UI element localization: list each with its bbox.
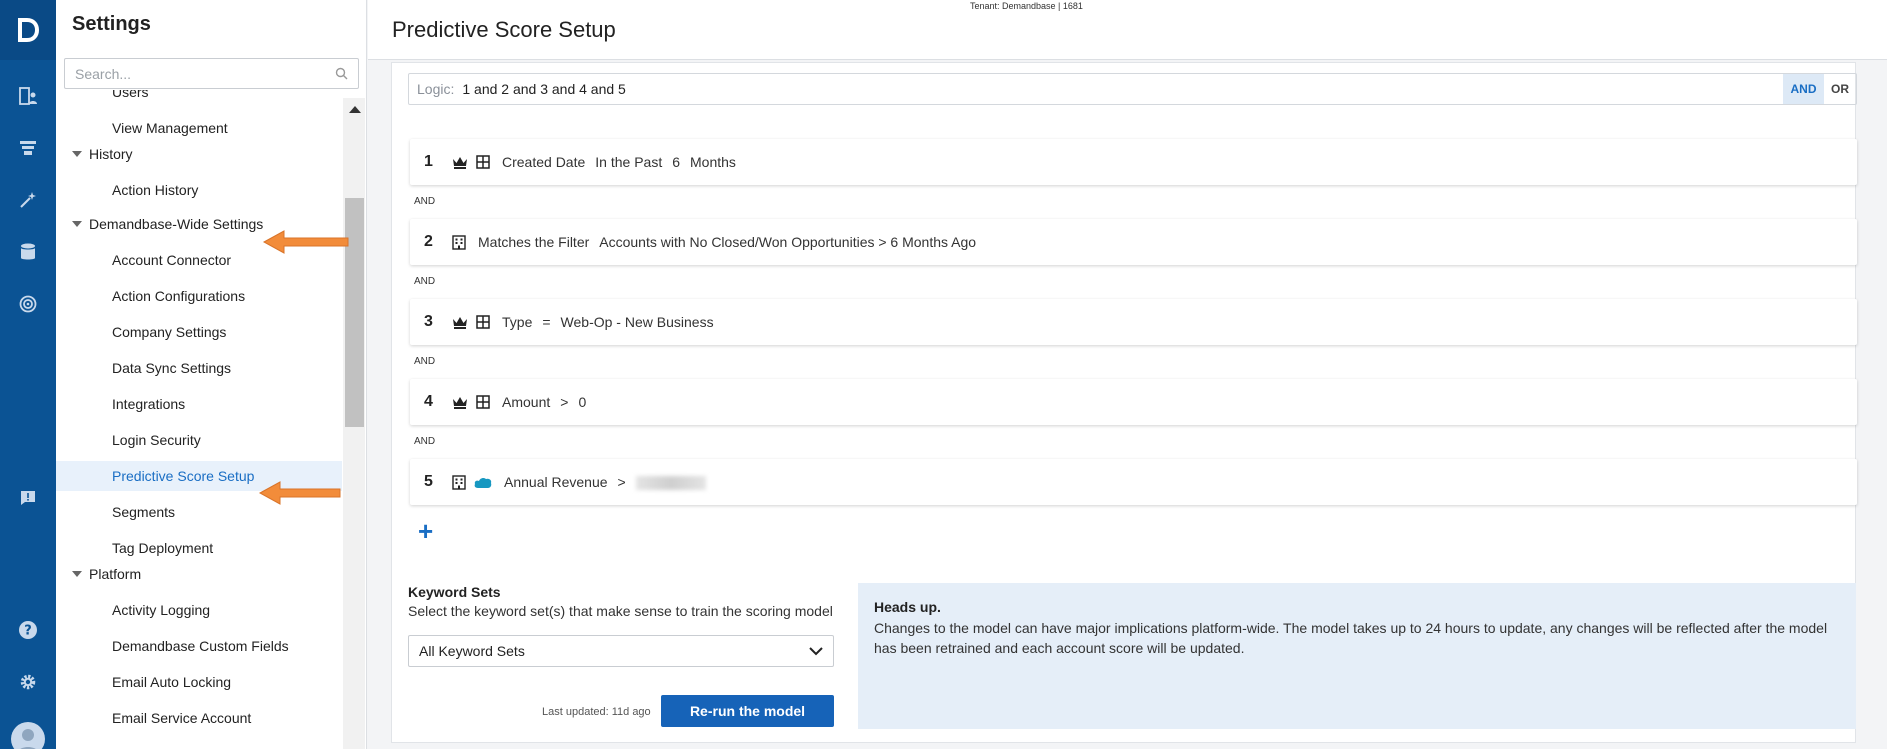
heads-up-title: Heads up. (874, 599, 941, 615)
nav-item-data-sync-settings[interactable]: Data Sync Settings (56, 353, 342, 383)
rule-row[interactable]: 4 Amount >0 (410, 379, 1857, 425)
last-updated-text: Last updated: 11d ago (542, 706, 651, 718)
logic-label: Logic: (417, 81, 455, 97)
chevron-down-icon (809, 646, 823, 655)
add-rule-button[interactable]: + (418, 518, 433, 544)
and-connector: AND (414, 276, 436, 287)
nav-item-activity-logging[interactable]: Activity Logging (56, 595, 342, 625)
nav-item-integrations[interactable]: Integrations (56, 389, 342, 419)
feedback-icon[interactable] (16, 486, 40, 510)
logo[interactable] (0, 0, 56, 60)
rule-text: Matches the Filter Accounts with No Close… (478, 234, 977, 250)
rule-row[interactable]: 2 Matches the Filter Accounts with No Clo… (410, 219, 1857, 265)
grid-icon (476, 395, 490, 409)
keyword-sets-dropdown[interactable]: All Keyword Sets (408, 635, 834, 667)
search-input[interactable] (75, 65, 335, 82)
crown-icon (452, 155, 468, 169)
building-icon (452, 474, 466, 490)
rerun-model-button[interactable]: Re-run the model (661, 695, 834, 727)
tenant-label: Tenant: Demandbase | 1681 (970, 1, 1083, 11)
rule-text: Annual Revenue > (504, 474, 716, 491)
accounts-icon[interactable] (16, 84, 40, 108)
heads-up-body: Changes to the model can have major impl… (874, 620, 1828, 656)
nav-item-demandbase-custom-fields[interactable]: Demandbase Custom Fields (56, 631, 342, 661)
nav-group-history[interactable]: History (56, 139, 342, 169)
rule-number: 5 (424, 473, 433, 490)
scroll-up-icon[interactable] (349, 106, 361, 113)
settings-title: Settings (72, 13, 151, 35)
svg-text:?: ? (24, 624, 32, 639)
nav-group-platform[interactable]: Platform (56, 559, 342, 589)
caret-down-icon (72, 571, 82, 577)
left-rail: ? (0, 0, 56, 749)
rule-number: 3 (424, 313, 433, 330)
settings-search[interactable] (64, 58, 359, 89)
annotation-arrow (258, 481, 341, 505)
logic-or-button[interactable]: OR (1824, 74, 1856, 104)
predictive-score-card: Logic: 1 and 2 and 3 and 4 and 5 AND OR … (391, 62, 1857, 743)
heads-up-callout: Heads up. Changes to the model can have … (858, 583, 1856, 729)
salesforce-cloud-icon (474, 476, 492, 489)
nav-item-action-history[interactable]: Action History (56, 175, 342, 205)
nav-item-email-service-account[interactable]: Email Service Account (56, 703, 342, 733)
nav-item-login-security[interactable]: Login Security (56, 425, 342, 455)
rule-row[interactable]: 5 Annual Revenue > (410, 459, 1857, 505)
rule-text: Created Date In the Past 6 Months (502, 154, 736, 170)
nav-item-email-auto-locking[interactable]: Email Auto Locking (56, 667, 342, 697)
crown-icon (452, 395, 468, 409)
logic-and-button[interactable]: AND (1783, 74, 1824, 104)
settings-nav: Users View Management History Action His… (56, 90, 342, 749)
and-connector: AND (414, 196, 436, 207)
building-icon (452, 234, 466, 250)
rule-row[interactable]: 3 Type = Web-Op - New Business (410, 299, 1857, 345)
magic-wand-icon[interactable] (16, 188, 40, 212)
nav-item-users[interactable]: Users (56, 90, 342, 107)
target-icon[interactable] (16, 292, 40, 316)
rule-number: 2 (424, 233, 433, 250)
help-icon[interactable]: ? (16, 618, 40, 642)
rule-number: 4 (424, 393, 433, 410)
rule-number: 1 (424, 153, 433, 170)
nav-item-action-configurations[interactable]: Action Configurations (56, 281, 342, 311)
keyword-sets-description: Select the keyword set(s) that make sens… (408, 603, 833, 619)
database-icon[interactable] (16, 240, 40, 264)
caret-down-icon (72, 151, 82, 157)
caret-down-icon (72, 221, 82, 227)
nav-item-company-settings[interactable]: Company Settings (56, 317, 342, 347)
keyword-sets-title: Keyword Sets (408, 584, 501, 600)
rule-row[interactable]: 1 Created Date In the Past 6 Months (410, 139, 1857, 185)
annotation-arrow (262, 230, 349, 254)
grid-icon (476, 315, 490, 329)
logic-value[interactable]: 1 and 2 and 3 and 4 and 5 (462, 81, 625, 97)
rule-text: Amount >0 (502, 394, 587, 410)
redacted-value (635, 476, 706, 491)
page-title: Predictive Score Setup (392, 17, 616, 42)
keyword-sets-selected: All Keyword Sets (419, 643, 525, 659)
avatar[interactable] (11, 722, 45, 749)
main-header: Predictive Score Setup (368, 0, 1887, 60)
demandbase-logo-icon (18, 18, 40, 42)
funnel-icon[interactable] (16, 136, 40, 160)
rule-text: Type = Web-Op - New Business (502, 314, 714, 330)
and-connector: AND (414, 356, 436, 367)
settings-panel: Settings Users View Management History A… (56, 0, 367, 749)
logic-field[interactable]: Logic: 1 and 2 and 3 and 4 and 5 AND OR (408, 73, 1857, 105)
grid-icon (476, 155, 490, 169)
search-icon (335, 67, 348, 80)
gear-icon[interactable] (16, 670, 40, 694)
and-connector: AND (414, 436, 436, 447)
crown-icon (452, 315, 468, 329)
